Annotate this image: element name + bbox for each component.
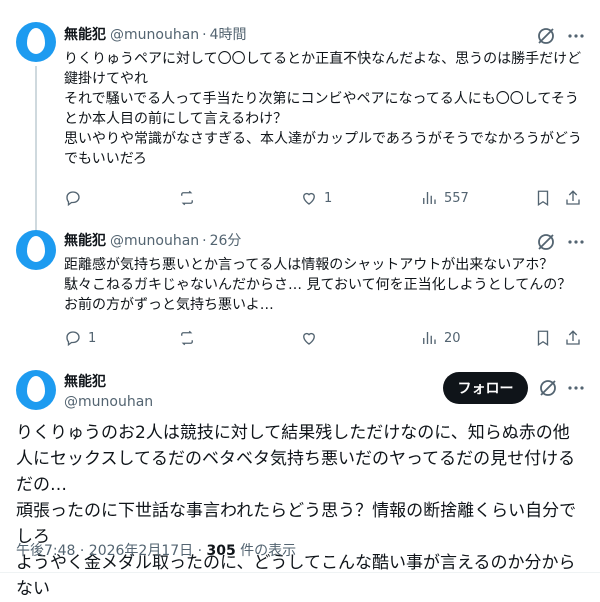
tweet-2[interactable]: 無能犯 @munouhan · 26分 距離感が気持ち悪いとか言ってる人は情報のシャッ… — [0, 220, 600, 360]
bookmark-icon — [537, 190, 549, 207]
handle[interactable]: @munouhan — [110, 27, 199, 43]
views-count: 20 — [444, 330, 461, 346]
avatar[interactable] — [16, 22, 56, 62]
views-button[interactable]: 20 — [420, 328, 461, 348]
more-icon[interactable] — [566, 232, 586, 252]
reply-button[interactable]: 1 — [64, 328, 96, 348]
like-count: 1 — [324, 190, 333, 206]
more-icon[interactable] — [566, 378, 586, 398]
share-icon — [566, 330, 580, 345]
reply-icon — [66, 331, 80, 347]
views-label: 件の表示 — [235, 543, 297, 559]
views-count: 305 — [206, 543, 236, 559]
tweet-header: 無能犯 @munouhan · 26分 — [64, 232, 241, 250]
tweet-text: 距離感が気持ち悪いとか言ってる人は情報のシャットアウトが出来ないアホ？ 駄々こね… — [64, 257, 572, 313]
share-button[interactable] — [564, 328, 582, 348]
display-name[interactable]: 無能犯 — [64, 372, 153, 392]
grok-icon[interactable] — [536, 26, 556, 46]
views-icon — [423, 192, 436, 204]
thread-line — [35, 66, 37, 232]
views-button[interactable]: 557 — [420, 188, 469, 208]
tweet-text: りくりゅうペアに対して〇〇してるとか正直不快なんだよな、思うのは勝手だけど鍵掛け… — [64, 51, 582, 167]
main-tweet-text: りくりゅうのお2人は競技に対して結果残しただけなのに、知らぬ赤の他人にセックスし… — [16, 423, 577, 599]
follow-button[interactable]: フォロー — [443, 372, 528, 404]
share-icon — [566, 190, 580, 205]
main-author: 無能犯 @munouhan — [64, 372, 153, 412]
heart-icon — [303, 192, 315, 205]
retweet-button[interactable] — [178, 188, 202, 208]
avatar[interactable] — [16, 370, 56, 410]
views-count: 557 — [444, 190, 469, 206]
retweet-icon — [181, 190, 193, 206]
divider — [0, 572, 600, 573]
display-name[interactable]: 無能犯 — [64, 27, 106, 43]
grok-icon[interactable] — [536, 232, 556, 252]
display-name[interactable]: 無能犯 — [64, 233, 106, 249]
bookmark-icon — [537, 330, 549, 347]
share-button[interactable] — [564, 188, 582, 208]
separator: · — [202, 233, 207, 249]
retweet-button[interactable] — [178, 328, 202, 348]
like-button[interactable] — [300, 328, 324, 348]
separator: · — [202, 27, 207, 43]
bookmark-button[interactable] — [534, 188, 552, 208]
timestamp[interactable]: 26分 — [210, 233, 242, 249]
handle[interactable]: @munouhan — [110, 233, 199, 249]
tweet-1[interactable]: 無能犯 @munouhan · 4時間 りくりゅうペアに対して〇〇してるとか正直不快な… — [0, 0, 600, 232]
grok-icon[interactable] — [538, 378, 558, 398]
heart-icon — [303, 332, 315, 345]
handle[interactable]: @munouhan — [64, 392, 153, 412]
tweet-actions: 1 557 — [64, 188, 584, 208]
reply-icon — [66, 191, 80, 207]
bookmark-button[interactable] — [534, 328, 552, 348]
views-icon — [423, 332, 436, 344]
reply-button[interactable] — [64, 188, 88, 208]
post-time[interactable]: 午後7:48 · 2026年2月17日 · — [16, 543, 207, 559]
like-button[interactable]: 1 — [300, 188, 332, 208]
reply-count: 1 — [88, 330, 97, 346]
tweet-actions: 1 20 — [64, 328, 584, 348]
tweet-meta: 午後7:48 · 2026年2月17日 · 305 件の表示 — [16, 540, 296, 560]
avatar[interactable] — [16, 230, 56, 270]
tweet-header: 無能犯 @munouhan · 4時間 — [64, 26, 247, 44]
retweet-icon — [181, 330, 193, 346]
more-icon[interactable] — [566, 26, 586, 46]
timestamp[interactable]: 4時間 — [210, 27, 247, 43]
